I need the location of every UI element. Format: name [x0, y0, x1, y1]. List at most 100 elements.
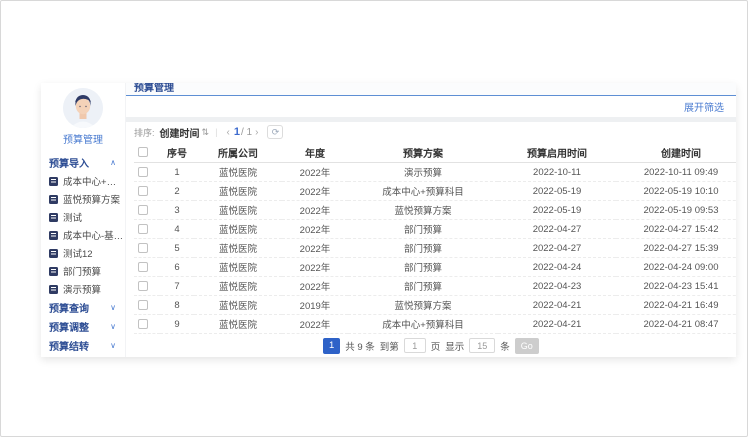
sidebar-item-label: 测试 [63, 210, 82, 224]
sidebar-section-budget-report[interactable]: 预算报表 ∨ [41, 355, 125, 357]
cell-year: 2022年 [282, 201, 348, 220]
row-checkbox[interactable] [138, 186, 148, 196]
sidebar-item-label: 部门预算 [63, 264, 101, 278]
current-page-number: 1 [234, 126, 240, 138]
profile-section: 预算管理 [41, 83, 125, 146]
row-checkbox[interactable] [138, 300, 148, 310]
sort-direction-icon[interactable]: ⇅ [202, 127, 210, 138]
refresh-icon: ⟳ [272, 127, 280, 138]
cell-plan: 蓝悦预算方案 [348, 296, 498, 315]
cell-plan: 成本中心+预算科目 [348, 182, 498, 201]
cell-create-time: 2022-10-11 09:49 [616, 163, 736, 182]
cell-create-time: 2022-05-19 09:53 [616, 201, 736, 220]
next-page-icon[interactable]: › [252, 127, 261, 138]
row-checkbox[interactable] [138, 167, 148, 177]
cell-enable-date: 2022-04-27 [498, 220, 616, 239]
row-checkbox[interactable] [138, 262, 148, 272]
column-header-year: 年度 [282, 143, 348, 163]
cell-year: 2022年 [282, 239, 348, 258]
row-checkbox[interactable] [138, 243, 148, 253]
cell-create-time: 2022-04-21 08:47 [616, 315, 736, 334]
cell-company: 蓝悦医院 [194, 315, 282, 334]
cell-company: 蓝悦医院 [194, 258, 282, 277]
sidebar-item[interactable]: 部门预算 [41, 262, 125, 280]
sidebar-item[interactable]: 测试 [41, 208, 125, 226]
cell-enable-date: 2022-04-24 [498, 258, 616, 277]
row-checkbox[interactable] [138, 281, 148, 291]
cell-enable-date: 2022-04-21 [498, 296, 616, 315]
document-icon [49, 285, 58, 294]
document-icon [49, 177, 58, 186]
go-button[interactable]: Go [515, 338, 539, 354]
size-unit-label: 条 [500, 339, 510, 353]
column-header-company: 所属公司 [194, 143, 282, 163]
table-row[interactable]: 6 蓝悦医院 2022年 部门预算 2022-04-24 2022-04-24 … [134, 258, 736, 277]
table-header-row: 序号 所属公司 年度 预算方案 预算启用时间 创建时间 创建人 [134, 143, 736, 163]
cell-plan: 部门预算 [348, 277, 498, 296]
cell-create-time: 2022-05-19 10:10 [616, 182, 736, 201]
sidebar-item[interactable]: 蓝悦预算方案 [41, 190, 125, 208]
table-row[interactable]: 9 蓝悦医院 2022年 成本中心+预算科目 2022-04-21 2022-0… [134, 315, 736, 334]
page-size-input[interactable] [469, 338, 495, 353]
sidebar-section-budget-carryover[interactable]: 预算结转 ∨ [41, 336, 125, 355]
sort-toolbar: 排序: 创建时间 ⇅ | ‹ 1 / 1 › ⟳ [134, 122, 728, 143]
expand-filter-link[interactable]: 展开筛选 [684, 99, 724, 114]
document-icon [49, 231, 58, 240]
page-unit-label: 页 [431, 339, 441, 353]
sidebar-item[interactable]: 演示预算 [41, 280, 125, 298]
sidebar-section-budget-query[interactable]: 预算查询 ∨ [41, 298, 125, 317]
cell-create-time: 2022-04-24 09:00 [616, 258, 736, 277]
avatar[interactable] [63, 88, 103, 128]
sidebar-section-budget-import[interactable]: 预算导入 ∧ [41, 153, 125, 172]
table-row[interactable]: 2 蓝悦医院 2022年 成本中心+预算科目 2022-05-19 2022-0… [134, 182, 736, 201]
avatar-illustration [63, 88, 103, 128]
sidebar-item-label: 测试12 [63, 246, 93, 260]
profile-label: 预算管理 [41, 131, 125, 146]
cell-no: 6 [160, 258, 194, 277]
cell-company: 蓝悦医院 [194, 201, 282, 220]
table-row[interactable]: 8 蓝悦医院 2019年 蓝悦预算方案 2022-04-21 2022-04-2… [134, 296, 736, 315]
row-checkbox[interactable] [138, 205, 148, 215]
sort-label: 排序: [134, 126, 155, 139]
cell-plan: 演示预算 [348, 163, 498, 182]
sidebar-item[interactable]: 成本中心-基础设置... [41, 226, 125, 244]
select-all-checkbox[interactable] [138, 147, 148, 157]
toolbar-divider: | [215, 127, 217, 138]
row-checkbox[interactable] [138, 319, 148, 329]
filter-strip: 展开筛选 [126, 96, 736, 117]
page-1-button[interactable]: 1 [323, 338, 340, 354]
cell-year: 2022年 [282, 163, 348, 182]
cell-plan: 部门预算 [348, 220, 498, 239]
main-content: 预算管理 展开筛选 排序: 创建时间 ⇅ | ‹ 1 / 1 › ⟳ [125, 83, 736, 357]
pagination-bar: 1 共 9 条 到第 页 显示 条 Go [134, 334, 728, 357]
cell-year: 2022年 [282, 182, 348, 201]
chevron-down-icon: ∨ [110, 323, 116, 331]
cell-enable-date: 2022-04-21 [498, 315, 616, 334]
refresh-button[interactable]: ⟳ [267, 125, 283, 139]
cell-no: 7 [160, 277, 194, 296]
table-row[interactable]: 5 蓝悦医院 2022年 部门预算 2022-04-27 2022-04-27 … [134, 239, 736, 258]
sidebar-item[interactable]: 成本中心+预算科目 [41, 172, 125, 190]
table-row[interactable]: 3 蓝悦医院 2022年 蓝悦预算方案 2022-05-19 2022-05-1… [134, 201, 736, 220]
chevron-up-icon: ∧ [110, 159, 116, 167]
chevron-down-icon: ∨ [110, 342, 116, 350]
row-checkbox[interactable] [138, 224, 148, 234]
prev-page-icon[interactable]: ‹ [224, 127, 233, 138]
total-count-label: 共 9 条 [345, 339, 375, 353]
sort-field-button[interactable]: 创建时间 [160, 125, 200, 140]
table-row[interactable]: 1 蓝悦医院 2022年 演示预算 2022-10-11 2022-10-11 … [134, 163, 736, 182]
column-header-plan: 预算方案 [348, 143, 498, 163]
cell-no: 9 [160, 315, 194, 334]
tab-budget-management[interactable]: 预算管理 [134, 84, 174, 94]
cell-no: 1 [160, 163, 194, 182]
app-card: 预算管理 预算导入 ∧ 成本中心+预算科目 [41, 83, 736, 357]
sidebar-section-budget-adjust[interactable]: 预算调整 ∨ [41, 317, 125, 336]
cell-year: 2022年 [282, 315, 348, 334]
cell-year: 2019年 [282, 296, 348, 315]
cell-plan: 部门预算 [348, 258, 498, 277]
goto-page-input[interactable] [404, 338, 426, 353]
sidebar-item[interactable]: 测试12 [41, 244, 125, 262]
cell-year: 2022年 [282, 220, 348, 239]
table-row[interactable]: 4 蓝悦医院 2022年 部门预算 2022-04-27 2022-04-27 … [134, 220, 736, 239]
table-row[interactable]: 7 蓝悦医院 2022年 部门预算 2022-04-23 2022-04-23 … [134, 277, 736, 296]
